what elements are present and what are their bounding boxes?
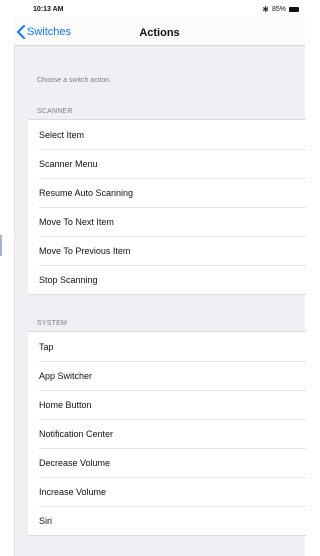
action-stop-scanning[interactable]: Stop Scanning	[28, 265, 306, 294]
hint-text: Choose a switch action.	[37, 77, 111, 84]
action-select-item[interactable]: Select Item	[28, 120, 306, 149]
status-time: 10:13 AM	[33, 6, 64, 13]
system-group: Tap App Switcher Home Button Notificatio…	[28, 331, 306, 536]
edge-marker	[0, 235, 2, 256]
action-resume-auto-scanning[interactable]: Resume Auto Scanning	[28, 178, 306, 207]
bluetooth-icon: ✱	[262, 5, 269, 14]
action-scanner-menu[interactable]: Scanner Menu	[28, 149, 306, 178]
page-title: Actions	[139, 27, 180, 39]
status-bar: 10:13 AM ✱ 85%	[0, 0, 305, 16]
action-decrease-volume[interactable]: Decrease Volume	[28, 448, 306, 477]
section-header-scanner: SCANNER	[37, 108, 73, 115]
action-move-to-previous-item[interactable]: Move To Previous Item	[28, 236, 306, 265]
action-home-button[interactable]: Home Button	[28, 390, 306, 419]
battery-icon	[289, 7, 299, 12]
action-app-switcher[interactable]: App Switcher	[28, 361, 306, 390]
action-notification-center[interactable]: Notification Center	[28, 419, 306, 448]
scanner-group: Select Item Scanner Menu Resume Auto Sca…	[28, 119, 306, 295]
battery-percent: 85%	[271, 6, 286, 13]
action-tap[interactable]: Tap	[28, 332, 306, 361]
navigation-bar: Switches Actions	[14, 16, 305, 46]
action-increase-volume[interactable]: Increase Volume	[28, 477, 306, 506]
action-siri[interactable]: Siri	[28, 506, 306, 535]
action-move-to-next-item[interactable]: Move To Next Item	[28, 207, 306, 236]
status-right: ✱ 85%	[262, 5, 299, 14]
section-header-system: SYSTEM	[37, 320, 67, 327]
actions-list: Choose a switch action. SCANNER Select I…	[14, 46, 306, 556]
